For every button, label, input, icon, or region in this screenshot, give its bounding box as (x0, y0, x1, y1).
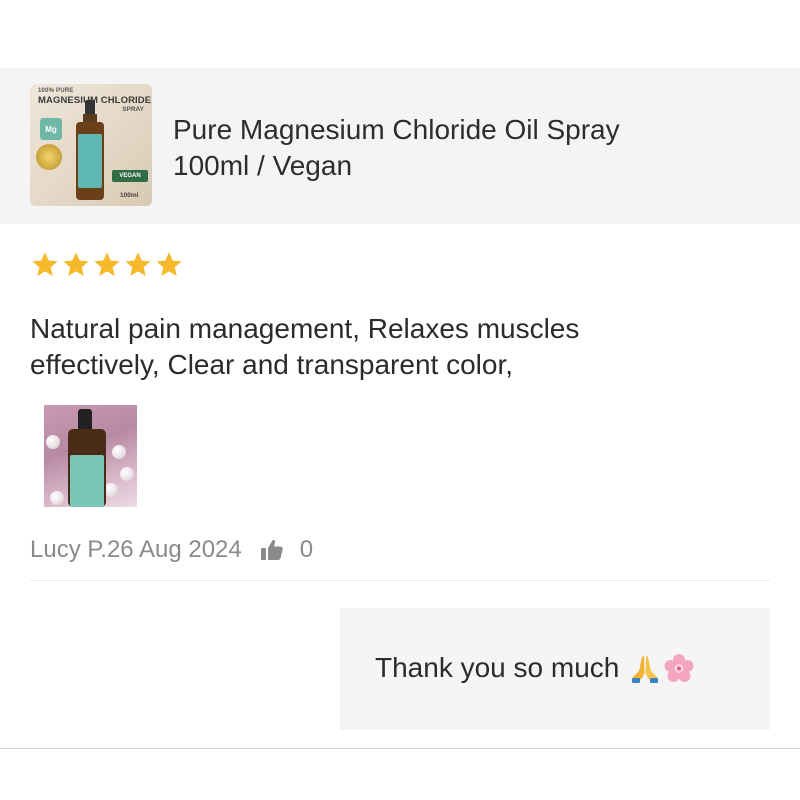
bottom-divider (0, 748, 800, 749)
product-thumbnail[interactable]: 100% PURE MAGNESIUM CHLORIDE SPRAY Mg VE… (30, 84, 152, 206)
review-text-line2: effectively, Clear and transparent color… (30, 349, 513, 380)
review-meta: Lucy P. 26 Aug 2024 0 (30, 535, 313, 565)
reply-emojis (629, 652, 695, 684)
product-title-line1: Pure Magnesium Chloride Oil Spray (173, 114, 620, 145)
seller-reply-text-row: Thank you so much (375, 652, 695, 684)
thumbnail-purity-text: 100% PURE (38, 88, 74, 94)
reviewer-name: Lucy P. (30, 536, 107, 563)
product-title[interactable]: Pure Magnesium Chloride Oil Spray 100ml … (173, 112, 773, 184)
mg-badge: Mg (40, 118, 62, 140)
star-icon (156, 252, 182, 276)
star-icon (94, 252, 120, 276)
thumbnail-volume: 100ml (120, 192, 139, 199)
star-rating (30, 250, 184, 280)
quality-seal-icon (36, 144, 62, 170)
review-text-line1: Natural pain management, Relaxes muscles (30, 313, 580, 344)
folded-hands-icon (632, 656, 659, 683)
thumbnail-spray-text: SPRAY (122, 106, 144, 113)
divider (30, 580, 770, 581)
product-header[interactable]: 100% PURE MAGNESIUM CHLORIDE SPRAY Mg VE… (0, 68, 800, 224)
product-title-line2: 100ml / Vegan (173, 150, 353, 181)
review-text: Natural pain management, Relaxes muscles… (30, 311, 770, 383)
review-date: 26 Aug 2024 (106, 536, 242, 563)
spray-bottle-image (76, 100, 104, 200)
cherry-blossom-icon (664, 654, 694, 682)
like-count: 0 (299, 536, 314, 563)
star-icon (32, 252, 58, 276)
vegan-badge: VEGAN (112, 170, 148, 182)
seller-reply: Thank you so much (340, 608, 770, 730)
review-photo[interactable] (44, 405, 137, 507)
seller-reply-text: Thank you so much (375, 652, 620, 683)
star-icon (125, 252, 151, 276)
star-icon (63, 252, 89, 276)
thumbs-up-icon (260, 539, 283, 560)
like-button[interactable]: 0 (260, 536, 313, 564)
